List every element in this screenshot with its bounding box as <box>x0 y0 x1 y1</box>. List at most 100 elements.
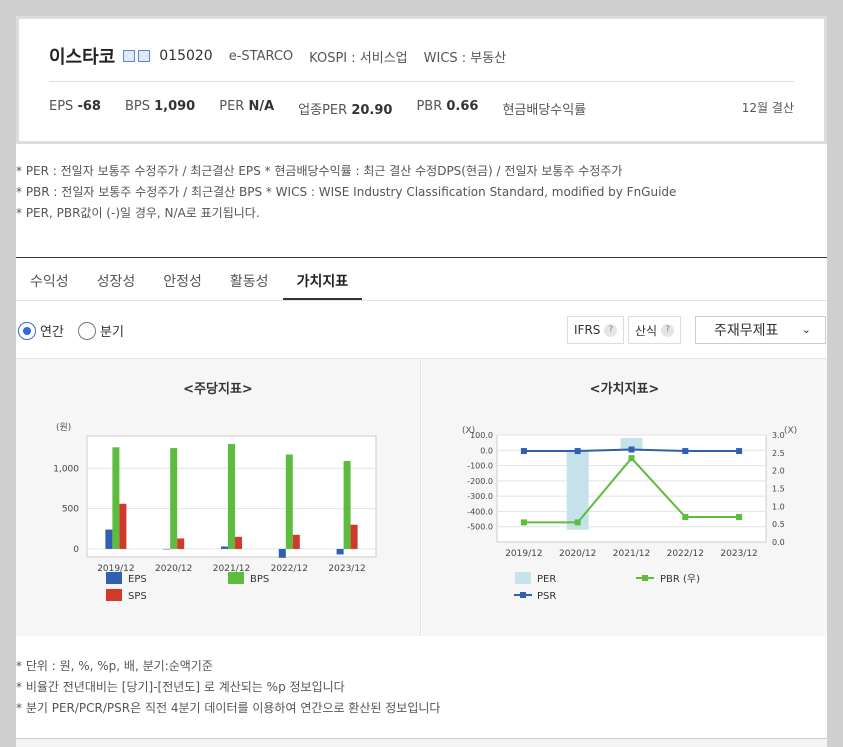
value-panel: <가치지표> (X) (X) 100.0 0.0 -100.0 -200.0 -300.0-… <box>422 359 827 636</box>
right-tick-label: 3.0 <box>772 431 785 440</box>
charts-area: <주당지표> (원) 1,000 500 0 2019/12 2020/12 2021/12… <box>16 358 827 636</box>
pbr-value: 0.66 <box>446 99 479 114</box>
y-tick-label: 0 <box>73 545 79 555</box>
legend-marker-psr <box>520 592 526 598</box>
bar-per <box>566 450 589 530</box>
legend-label-psr: PSR <box>537 591 556 602</box>
divider <box>49 81 794 82</box>
right-tick-label: 0.0 <box>772 538 785 547</box>
definition-notes: * PER : 전일자 보통주 수정주가 / 최근결산 EPS * 현금배당수익… <box>16 161 676 224</box>
pbr-label: PBR <box>416 99 443 114</box>
point-pbr <box>736 514 743 521</box>
annual-radio[interactable]: 연간 <box>18 321 64 340</box>
pbr-metric: PBR 0.66 <box>416 99 478 118</box>
per-label: PER <box>219 99 245 114</box>
legend-swatch-per <box>515 572 531 584</box>
left-tick-label: -200.0 <box>467 477 493 486</box>
help-icon: ? <box>661 323 675 337</box>
right-tick-label: 1.0 <box>772 502 785 511</box>
wics-sector: WICS : 부동산 <box>423 50 507 66</box>
bps-value: 1,090 <box>154 99 196 114</box>
point-psr <box>682 448 689 455</box>
x-tick-label: 2023/12 <box>720 549 757 559</box>
chevron-down-icon: ⌄ <box>801 323 811 336</box>
legend-label-per: PER <box>537 574 556 585</box>
right-tick-label: 1.5 <box>772 485 785 494</box>
statement-select-value: 주재무제표 <box>714 323 779 339</box>
formula-label: 산식 <box>635 323 658 338</box>
note-line: * 단위 : 원, %, %p, 배, 분기:순액기준 <box>16 659 213 673</box>
bar-sps <box>350 524 358 549</box>
legend-label-eps: EPS <box>128 574 147 585</box>
point-psr <box>574 448 581 455</box>
x-tick-label: 2023/12 <box>328 564 365 574</box>
bar-eps <box>278 548 286 558</box>
point-pbr <box>574 519 581 526</box>
x-tick-label: 2022/12 <box>667 549 704 559</box>
statement-select[interactable]: 주재무제표 ⌄ <box>695 316 826 344</box>
bar-sps <box>119 503 127 549</box>
left-tick-label: 100.0 <box>470 431 493 440</box>
bar-sps <box>235 536 242 549</box>
tab-growth[interactable]: 성장성 <box>83 258 150 300</box>
bar-eps <box>105 529 113 549</box>
per-share-chart: (원)1,00050002019/12 2020/12 2021/12 2022/12… <box>53 422 377 602</box>
legend-swatch-sps <box>106 589 122 601</box>
legend-swatch-bps <box>228 572 244 584</box>
building-icon[interactable] <box>138 50 151 62</box>
industry-per-value: 20.90 <box>351 103 393 118</box>
bar-bps <box>343 461 351 549</box>
market-sector: KOSPI : 서비스업 <box>309 50 408 66</box>
bar-sps <box>292 534 300 549</box>
y-tick-label: 1,000 <box>53 464 79 474</box>
legend-label-bps: BPS <box>250 574 269 585</box>
radio-selected-icon <box>18 321 36 340</box>
legend-label-sps: SPS <box>128 591 147 602</box>
radio-empty-icon <box>78 321 96 340</box>
stock-code: 015020 <box>159 48 213 64</box>
tab-value-indicators[interactable]: 가치지표 <box>282 258 363 300</box>
x-tick-label: 2019/12 <box>505 549 542 559</box>
tab-activity[interactable]: 활동성 <box>216 258 283 300</box>
chart-title: <주당지표> <box>183 382 253 397</box>
per-share-panel: <주당지표> (원) 1,000 500 0 2019/12 2020/12 2021/12… <box>16 359 421 636</box>
x-tick-label: 2020/12 <box>155 564 192 574</box>
point-pbr <box>520 519 527 526</box>
chart-title: <가치지표> <box>589 382 660 397</box>
tab-stability[interactable]: 안정성 <box>149 258 216 300</box>
legend-swatch-eps <box>106 572 122 584</box>
per-metric: PER N/A <box>219 99 274 118</box>
x-tick-label: 2020/12 <box>559 549 596 559</box>
x-tick-label: 2021/12 <box>613 549 650 559</box>
ifrs-button[interactable]: IFRS ? <box>567 316 625 344</box>
page: 이스타코 015020 e-STARCO KOSPI : 서비스업 WICS :… <box>16 16 827 747</box>
left-tick-label: -300.0 <box>467 492 493 501</box>
home-icon[interactable] <box>123 50 136 62</box>
industry-per-metric: 업종PER 20.90 <box>298 99 392 118</box>
note-line: * PER, PBR값이 (-)일 경우, N/A로 표기됩니다. <box>16 206 260 220</box>
eps-value: -68 <box>77 99 101 114</box>
quarter-label: 분기 <box>100 325 124 340</box>
annual-label: 연간 <box>40 325 64 340</box>
english-name: e-STARCO <box>228 48 294 64</box>
indicator-tabs: 수익성 성장성 안정성 활동성 가치지표 <box>16 258 827 301</box>
table-header-edge <box>16 738 827 747</box>
note-line: * PER : 전일자 보통주 수정주가 / 최근결산 EPS * 현금배당수익… <box>16 164 623 178</box>
formula-button[interactable]: 산식 ? <box>628 316 682 344</box>
quarter-radio[interactable]: 분기 <box>78 321 124 340</box>
legend-marker-pbr <box>642 575 648 581</box>
legend-label-pbr: PBR (우) <box>660 573 700 585</box>
point-psr <box>520 448 527 455</box>
tab-profitability[interactable]: 수익성 <box>16 258 83 300</box>
bar-sps <box>177 538 185 549</box>
note-line: * 비율간 전년대비는 [당기]-[전년도] 로 계산되는 %p 정보입니다 <box>16 680 345 694</box>
right-tick-label: 2.0 <box>772 467 785 476</box>
eps-label: EPS <box>49 99 74 114</box>
dividend-yield-label: 현금배당수익률 <box>502 103 587 118</box>
bar-eps <box>221 546 228 549</box>
left-tick-label: 0.0 <box>480 446 493 455</box>
note-line: * PBR : 전일자 보통주 수정주가 / 최근결산 BPS * WICS :… <box>16 185 677 199</box>
industry-per-label: 업종PER <box>298 103 348 118</box>
point-pbr <box>682 514 689 521</box>
note-line: * 분기 PER/PCR/PSR은 직전 4분기 데이터를 이용하여 연간으로 … <box>16 701 441 715</box>
